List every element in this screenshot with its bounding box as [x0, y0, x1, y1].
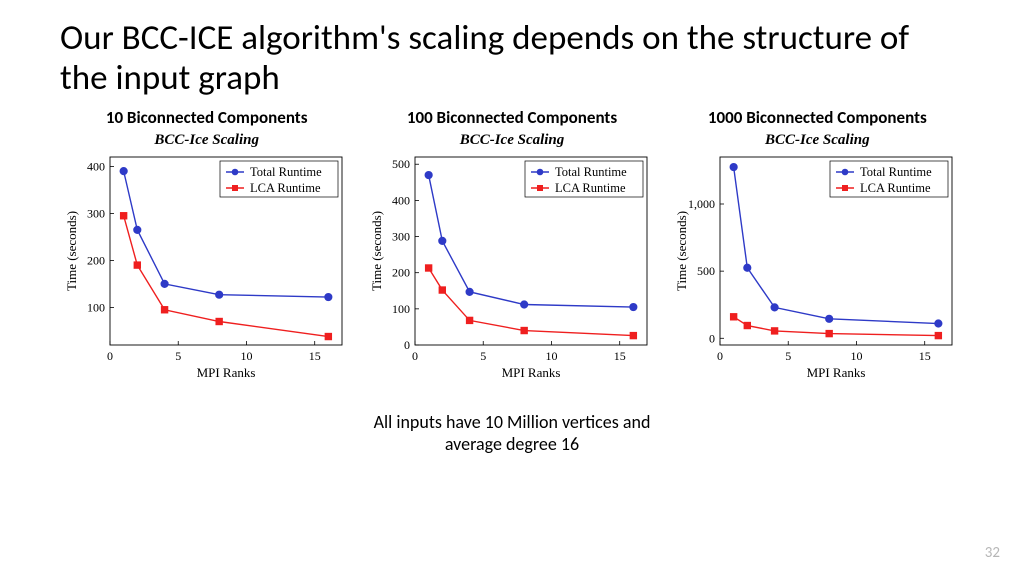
svg-text:0: 0 [412, 349, 418, 363]
svg-text:500: 500 [697, 264, 715, 278]
svg-text:300: 300 [392, 229, 410, 243]
chart-panel-100bcc: 100 Biconnected Components BCC-Ice Scali… [365, 107, 658, 381]
chart-100bcc: 0 100 200 300 400 500 0 5 10 15 MPI Ranks Time (sec… [367, 151, 657, 381]
svg-text:200: 200 [87, 253, 105, 267]
svg-text:10: 10 [240, 349, 252, 363]
svg-text:MPI Ranks: MPI Ranks [502, 365, 561, 380]
svg-text:1,000: 1,000 [688, 197, 715, 211]
svg-text:0: 0 [404, 338, 410, 352]
footnote-line1: All inputs have 10 Million vertices and [374, 411, 651, 433]
chart-title: BCC-Ice Scaling [154, 132, 259, 149]
chart-title: BCC-Ice Scaling [460, 132, 565, 149]
svg-text:100: 100 [87, 300, 105, 314]
svg-text:10: 10 [851, 349, 863, 363]
svg-text:500: 500 [392, 157, 410, 171]
svg-text:MPI Ranks: MPI Ranks [807, 365, 866, 380]
charts-row: 10 Biconnected Components BCC-Ice Scalin… [60, 107, 964, 381]
svg-text:LCA Runtime: LCA Runtime [860, 181, 931, 195]
slide: Our BCC-ICE algorithm's scaling depends … [0, 0, 1024, 576]
svg-text:5: 5 [480, 349, 486, 363]
page-number: 32 [985, 544, 1000, 562]
chart-panel-1000bcc: 1000 Biconnected Components BCC-Ice Scal… [671, 107, 964, 381]
svg-text:5: 5 [786, 349, 792, 363]
svg-text:Total Runtime: Total Runtime [250, 165, 322, 179]
svg-text:15: 15 [308, 349, 320, 363]
footnote: All inputs have 10 Million vertices and … [60, 411, 964, 456]
svg-text:Time (seconds): Time (seconds) [369, 210, 384, 290]
svg-text:Time (seconds): Time (seconds) [674, 210, 689, 290]
chart-caption: 100 Biconnected Components [407, 107, 617, 128]
svg-text:Total Runtime: Total Runtime [860, 165, 932, 179]
chart-panel-10bcc: 10 Biconnected Components BCC-Ice Scalin… [60, 107, 353, 381]
chart-10bcc: 100 200 300 400 0 5 10 15 MPI Ranks Time (seconds… [62, 151, 352, 381]
chart-title: BCC-Ice Scaling [765, 132, 870, 149]
svg-text:10: 10 [545, 349, 557, 363]
page-title: Our BCC-ICE algorithm's scaling depends … [60, 18, 964, 99]
svg-text:15: 15 [614, 349, 626, 363]
svg-text:0: 0 [717, 349, 723, 363]
svg-text:LCA Runtime: LCA Runtime [555, 181, 626, 195]
svg-text:300: 300 [87, 206, 105, 220]
chart-caption: 10 Biconnected Components [106, 107, 308, 128]
chart-caption: 1000 Biconnected Components [708, 107, 927, 128]
svg-text:100: 100 [392, 301, 410, 315]
svg-text:400: 400 [87, 159, 105, 173]
svg-text:200: 200 [392, 265, 410, 279]
svg-text:0: 0 [107, 349, 113, 363]
svg-text:Time (seconds): Time (seconds) [64, 210, 79, 290]
svg-text:400: 400 [392, 193, 410, 207]
svg-text:0: 0 [709, 331, 715, 345]
svg-text:LCA Runtime: LCA Runtime [250, 181, 321, 195]
footnote-line2: average degree 16 [445, 433, 579, 455]
chart-1000bcc: 0 500 1,000 0 5 10 15 MPI Ranks Time (seconds) To… [672, 151, 962, 381]
svg-text:15: 15 [919, 349, 931, 363]
svg-text:5: 5 [175, 349, 181, 363]
svg-text:MPI Ranks: MPI Ranks [196, 365, 255, 380]
svg-text:Total Runtime: Total Runtime [555, 165, 627, 179]
